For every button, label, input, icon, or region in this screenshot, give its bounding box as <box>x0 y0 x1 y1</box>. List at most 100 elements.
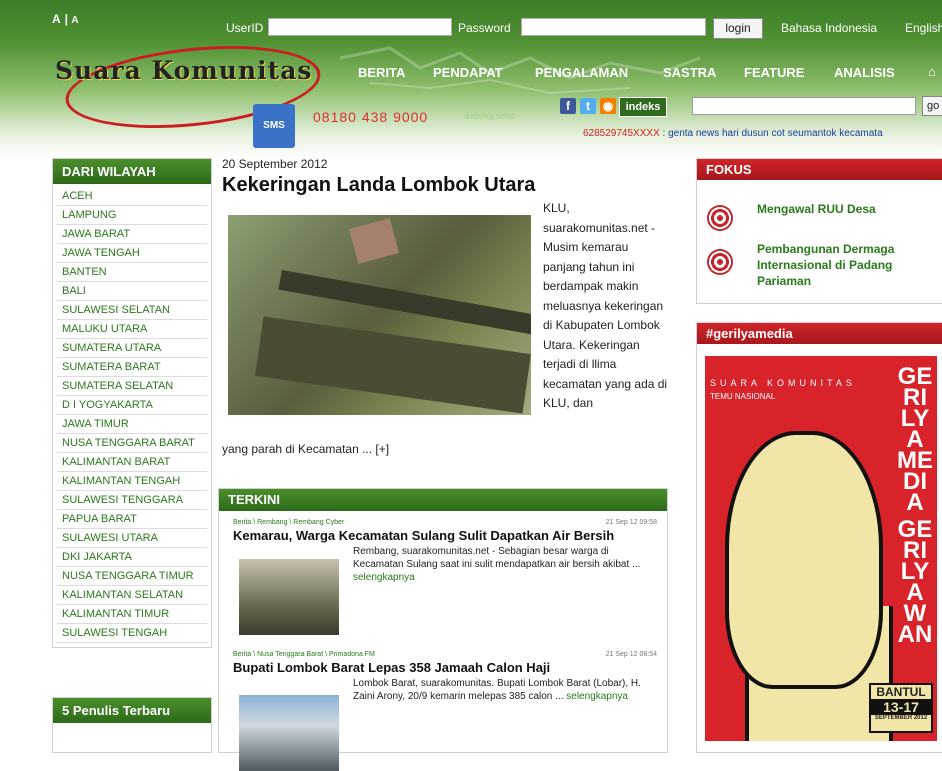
article-date: 20 September 2012 <box>222 157 328 171</box>
indeks-button[interactable]: indeks <box>619 97 667 117</box>
news-breadcrumb[interactable]: Berita \ Rembang \ Rembang Cyber <box>233 519 659 526</box>
region-link[interactable]: KALIMANTAN BARAT <box>57 453 207 472</box>
poster-gerilyawan-title: GERILYAWAN <box>897 516 933 648</box>
region-link[interactable]: SUMATERA BARAT <box>57 358 207 377</box>
news-item: Berita \ Nusa Tenggara Barat \ Primadona… <box>233 651 659 771</box>
regions-title: DARI WILAYAH <box>53 159 211 187</box>
news-thumbnail[interactable] <box>239 695 339 771</box>
article-photo[interactable] <box>228 215 531 415</box>
news-time: 21 Sep 12 08:54 <box>605 651 657 658</box>
region-link[interactable]: BALI <box>57 282 207 301</box>
region-link[interactable]: KALIMANTAN SELATAN <box>57 586 207 605</box>
region-link[interactable]: JAWA BARAT <box>57 225 207 244</box>
target-icon <box>707 249 733 275</box>
region-link[interactable]: KALIMANTAN TIMUR <box>57 605 207 624</box>
fokus-link[interactable]: Mengawal RUU Desa <box>757 201 876 217</box>
article-lead-more[interactable]: yang parah di Kecamatan ... [+] <box>222 442 389 456</box>
news-breadcrumb[interactable]: Berita \ Nusa Tenggara Barat \ Primadona… <box>233 651 659 658</box>
login-button[interactable]: login <box>713 18 763 39</box>
region-link[interactable]: SUMATERA SELATAN <box>57 377 207 396</box>
region-link[interactable]: SULAWESI TENGAH <box>57 624 207 643</box>
site-logo[interactable]: Suara Komunitas <box>55 56 312 85</box>
gerilyamedia-title: #gerilyamedia <box>697 323 942 344</box>
region-link[interactable]: NUSA TENGGARA TIMUR <box>57 567 207 586</box>
font-size-large[interactable]: A <box>52 12 61 26</box>
poster-event-badge: BANTUL 13-17 SEPTEMBER 2012 <box>869 683 933 733</box>
news-headline[interactable]: Kemarau, Warga Kecamatan Sulang Sulit Da… <box>233 528 659 543</box>
site-header: A | A UserID Password login Bahasa Indone… <box>0 0 942 158</box>
region-link[interactable]: LAMPUNG <box>57 206 207 225</box>
region-link[interactable]: SULAWESI UTARA <box>57 529 207 548</box>
lang-english-link[interactable]: English <box>905 21 942 35</box>
poster-figure-face <box>725 431 883 689</box>
read-more-link[interactable]: selengkapnya <box>353 572 415 583</box>
region-link[interactable]: D I YOGYAKARTA <box>57 396 207 415</box>
article-title[interactable]: Kekeringan Landa Lombok Utara <box>222 174 535 197</box>
font-size-small[interactable]: A <box>71 15 78 26</box>
indeks-sms-link[interactable]: indeks sms <box>465 111 515 122</box>
region-link[interactable]: BANTEN <box>57 263 207 282</box>
poster-tagline: SUARA KOMUNITAS <box>710 378 856 388</box>
news-summary: Lombok Barat, suarakomunitas. Bupati Lom… <box>353 677 658 703</box>
lang-indonesia-link[interactable]: Bahasa Indonesia <box>781 21 877 35</box>
region-link[interactable]: SULAWESI SELATAN <box>57 301 207 320</box>
nav-sastra[interactable]: SASTRA <box>663 65 716 80</box>
news-summary: Rembang, suarakomunitas.net - Sebagian b… <box>353 545 658 584</box>
region-link[interactable]: JAWA TIMUR <box>57 415 207 434</box>
nav-berita[interactable]: BERITA <box>358 65 405 80</box>
userid-label: UserID <box>226 21 264 35</box>
region-link[interactable]: KALIMANTAN TENGAH <box>57 472 207 491</box>
poster-month: SEPTEMBER 2012 <box>874 715 928 721</box>
search-go-button[interactable]: go <box>922 96 942 116</box>
home-icon[interactable]: ⌂ <box>928 64 936 79</box>
password-label: Password <box>458 21 511 35</box>
fokus-title: FOKUS <box>697 159 942 180</box>
news-thumbnail[interactable] <box>239 559 339 635</box>
fokus-box: FOKUS Mengawal RUU Desa Pembangunan Derm… <box>696 158 942 304</box>
ticker-text[interactable]: : genta news hari dusun cot seumantok ke… <box>660 128 883 139</box>
writers-title: 5 Penulis Terbaru <box>53 698 211 726</box>
region-link[interactable]: SULAWESI TENGGARA <box>57 491 207 510</box>
article-lead: KLU, suarakomunitas.net - Musim kemarau … <box>543 201 668 410</box>
region-link[interactable]: NUSA TENGGARA BARAT <box>57 434 207 453</box>
region-link[interactable]: PAPUA BARAT <box>57 510 207 529</box>
sms-label: SMS <box>263 120 285 131</box>
sms-icon: SMS <box>253 104 295 148</box>
nav-pendapat[interactable]: PENDAPAT <box>433 65 503 80</box>
regions-list: ACEH LAMPUNG JAWA BARAT JAWA TENGAH BANTEN BA… <box>53 187 211 647</box>
region-link[interactable]: JAWA TENGAH <box>57 244 207 263</box>
news-time: 21 Sep 12 09:58 <box>605 519 657 526</box>
sms-phone-number: 08180 438 9000 <box>313 109 429 125</box>
photo-water <box>255 316 531 414</box>
poster-place: BANTUL <box>876 685 926 699</box>
gerilyawan-poster[interactable]: SUARA KOMUNITAS TEMU NASIONAL GERILYAMED… <box>705 356 937 741</box>
gerilyamedia-box: #gerilyamedia SUARA KOMUNITAS TEMU NASIO… <box>696 322 942 753</box>
sms-ticker: 628529745XXXX : genta news hari dusun co… <box>583 128 883 139</box>
region-link[interactable]: SUMATERA UTARA <box>57 339 207 358</box>
region-link[interactable]: ACEH <box>57 187 207 206</box>
read-more-link[interactable]: selengkapnya <box>566 691 628 702</box>
poster-dates: 13-17 <box>871 699 931 715</box>
search-input[interactable] <box>692 97 916 115</box>
region-link[interactable]: DKI JAKARTA <box>57 548 207 567</box>
nav-analisis[interactable]: ANALISIS <box>834 65 895 80</box>
password-input[interactable] <box>521 18 706 36</box>
twitter-icon[interactable]: t <box>580 98 596 114</box>
fokus-link[interactable]: Pembangunan Dermaga Internasional di Pad… <box>757 241 939 289</box>
ticker-number: 628529745XXXX <box>583 128 660 139</box>
font-size-switcher: A | A <box>52 12 79 26</box>
facebook-icon[interactable]: f <box>560 98 576 114</box>
nav-pengalaman[interactable]: PENGALAMAN <box>535 65 628 80</box>
news-headline[interactable]: Bupati Lombok Barat Lepas 358 Jamaah Cal… <box>233 660 659 675</box>
target-icon <box>707 205 733 231</box>
rss-icon[interactable]: ◉ <box>600 98 616 114</box>
nav-feature[interactable]: FEATURE <box>744 65 804 80</box>
region-link[interactable]: MALUKU UTARA <box>57 320 207 339</box>
poster-subtagline: TEMU NASIONAL <box>710 392 776 401</box>
photo-brick <box>349 218 399 264</box>
writers-box: 5 Penulis Terbaru <box>52 697 212 753</box>
poster-vertical-title: GERILYAMEDIA GERILYAWAN <box>897 365 933 648</box>
userid-input[interactable] <box>268 18 452 36</box>
news-item: Berita \ Rembang \ Rembang Cyber 21 Sep … <box>233 519 659 635</box>
news-summary-text: Rembang, suarakomunitas.net - Sebagian b… <box>353 546 641 570</box>
